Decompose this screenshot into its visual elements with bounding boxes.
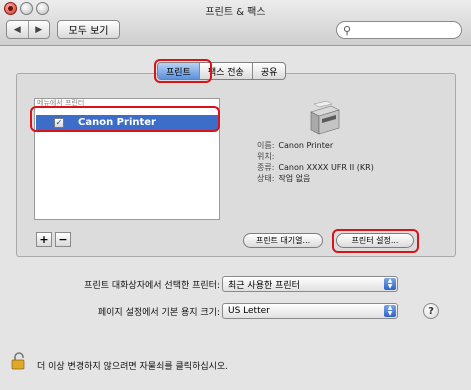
- info-name-key: 이름:: [257, 141, 275, 150]
- selected-printer-popup[interactable]: 최근 사용한 프린터 ▲ ▼: [222, 276, 398, 292]
- remove-printer-button[interactable]: −: [55, 232, 71, 247]
- popup-arrows-icon: ▲ ▼: [384, 305, 396, 317]
- info-name-value: Canon Printer: [278, 141, 334, 150]
- back-arrow-icon[interactable]: ◀: [7, 21, 29, 38]
- printer-info: 이름: Canon Printer 위치: 종류: Canon XXXX UFR I…: [257, 140, 374, 184]
- annotation-tab-print: [154, 59, 212, 83]
- title-toolbar: 프린트 & 팩스 ◀ ▶ 모두 보기 ⚲: [0, 0, 471, 46]
- paper-size-value: US Letter: [228, 306, 270, 316]
- info-location-key: 위치:: [257, 152, 275, 161]
- annotation-printer-setup: [332, 229, 419, 253]
- window-title: 프린트 & 팩스: [205, 7, 266, 18]
- tab-sharing[interactable]: 공유: [253, 63, 286, 79]
- lock-message: 더 이상 변경하지 않으려면 자물쇠를 클릭하십시오.: [37, 362, 229, 372]
- paper-size-label: 페이지 설정에서 기본 용지 크기:: [97, 308, 220, 318]
- print-fax-window: 프린트 & 팩스 ◀ ▶ 모두 보기 ⚲ 프린트 팩스 전송 공유 메뉴에서 프…: [0, 0, 471, 390]
- printer-icon: [310, 100, 340, 135]
- add-printer-button[interactable]: +: [36, 232, 52, 247]
- popup-arrows-icon: ▲ ▼: [384, 278, 396, 290]
- search-field[interactable]: ⚲: [336, 21, 462, 39]
- selected-printer-value: 최근 사용한 프린터: [228, 280, 300, 291]
- selected-printer-label: 프린트 대화상자에서 선택한 프린터:: [84, 281, 220, 291]
- forward-arrow-icon[interactable]: ▶: [29, 21, 50, 38]
- paper-size-popup[interactable]: US Letter ▲ ▼: [222, 303, 398, 319]
- info-status-key: 상태:: [257, 174, 275, 183]
- info-kind-key: 종류:: [257, 163, 275, 172]
- info-status-value: 작업 없음: [278, 174, 311, 183]
- lock-icon[interactable]: [11, 352, 27, 370]
- annotation-printer-item: [30, 106, 220, 132]
- back-forward-control[interactable]: ◀ ▶: [6, 20, 50, 39]
- print-queue-button[interactable]: 프린트 대기열...: [243, 233, 323, 248]
- info-kind-value: Canon XXXX UFR II (KR): [278, 163, 374, 172]
- help-button[interactable]: ?: [423, 303, 439, 319]
- show-all-button[interactable]: 모두 보기: [57, 20, 120, 39]
- search-icon: ⚲: [343, 24, 352, 37]
